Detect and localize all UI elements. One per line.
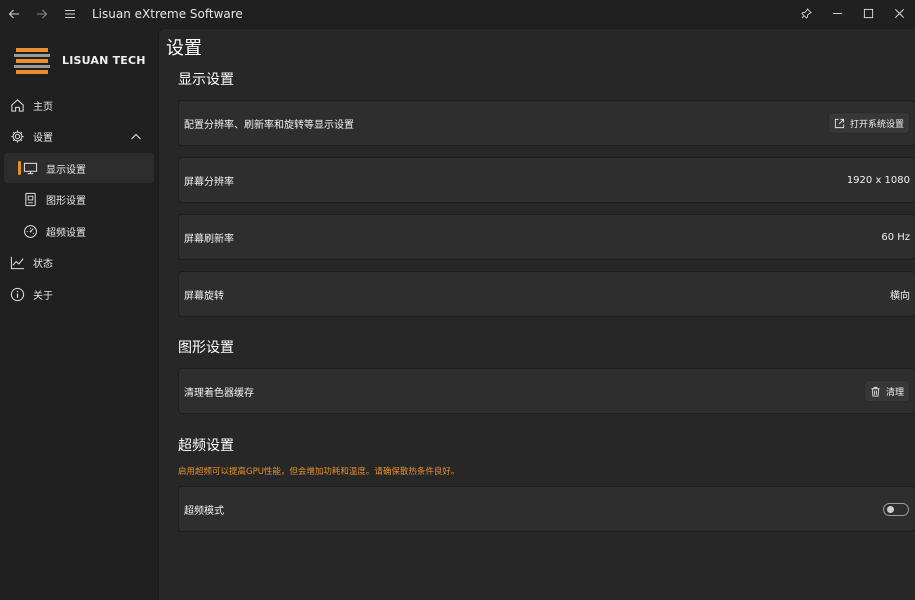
card-resolution: 屏幕分辨率 1920 x 1080 bbox=[178, 157, 915, 203]
nav-item-label: 图形设置 bbox=[46, 196, 86, 207]
arrow-right-icon bbox=[37, 9, 48, 19]
brand-logo bbox=[14, 46, 50, 74]
trash-icon bbox=[871, 386, 880, 397]
hamburger-icon bbox=[65, 9, 75, 19]
overclock-mode-label: 超频模式 bbox=[184, 505, 224, 517]
info-icon bbox=[9, 286, 25, 302]
gpu-icon bbox=[22, 192, 38, 208]
chart-line-icon bbox=[9, 255, 25, 271]
maximize-button[interactable] bbox=[853, 0, 884, 26]
section-title-overclock: 超频设置 bbox=[178, 438, 234, 454]
card-rotation: 屏幕旋转 横向 bbox=[178, 271, 915, 317]
sidebar: LISUAN TECH 主页 设置 显示设置 图形设置 超频设置 状态 关于 bbox=[0, 28, 158, 600]
resolution-label: 屏幕分辨率 bbox=[184, 176, 234, 188]
brand-name: LISUAN TECH bbox=[62, 53, 146, 67]
forward-button[interactable] bbox=[28, 1, 56, 27]
nav-item-graphics-settings[interactable]: 图形设置 bbox=[4, 185, 154, 215]
page-title: 设置 bbox=[166, 38, 202, 59]
brand: LISUAN TECH bbox=[14, 46, 146, 74]
window-controls bbox=[791, 0, 915, 26]
nav-item-about[interactable]: 关于 bbox=[4, 279, 154, 309]
nav-item-label: 关于 bbox=[33, 290, 53, 302]
clear-cache-label: 清理 bbox=[885, 387, 904, 398]
nav-item-label: 超频设置 bbox=[46, 227, 86, 239]
card-overclock-mode: 超频模式 bbox=[178, 486, 915, 532]
overclock-mode-toggle[interactable] bbox=[883, 502, 909, 516]
nav-item-status[interactable]: 状态 bbox=[4, 248, 154, 278]
nav-item-overclock-settings[interactable]: 超频设置 bbox=[4, 216, 154, 246]
nav-item-label: 显示设置 bbox=[46, 164, 86, 176]
nav-item-label: 设置 bbox=[33, 133, 53, 144]
minimize-button[interactable] bbox=[822, 0, 853, 26]
arrow-left-icon bbox=[8, 9, 19, 19]
card-refresh-rate: 屏幕刷新率 60 Hz bbox=[178, 214, 915, 260]
rotation-value: 横向 bbox=[890, 290, 910, 302]
nav-item-label: 主页 bbox=[33, 101, 53, 113]
resolution-value: 1920 x 1080 bbox=[846, 174, 910, 186]
monitor-icon bbox=[22, 160, 38, 176]
nav-menu: 主页 设置 显示设置 图形设置 超频设置 状态 关于 bbox=[4, 90, 154, 311]
clear-cache-button[interactable]: 清理 bbox=[863, 380, 910, 402]
pin-icon bbox=[801, 7, 812, 19]
refresh-rate-value: 60 Hz bbox=[881, 231, 910, 243]
open-system-settings-button[interactable]: 打开系统设置 bbox=[827, 112, 910, 134]
open-system-settings-label: 打开系统设置 bbox=[849, 119, 904, 130]
home-icon bbox=[9, 97, 25, 113]
app-title: Lisuan eXtreme Software bbox=[92, 7, 243, 21]
configure-display-label: 配置分辨率、刷新率和旋转等显示设置 bbox=[184, 119, 354, 131]
toggle-knob bbox=[887, 505, 894, 513]
menu-button[interactable] bbox=[56, 1, 84, 27]
card-shader-cache: 清理着色器缓存 清理 bbox=[178, 368, 915, 414]
minimize-icon bbox=[832, 12, 843, 14]
nav-item-display-settings[interactable]: 显示设置 bbox=[4, 153, 154, 183]
maximize-icon bbox=[863, 8, 874, 18]
card-configure-display: 配置分辨率、刷新率和旋转等显示设置 打开系统设置 bbox=[178, 100, 915, 146]
section-title-display: 显示设置 bbox=[178, 72, 234, 88]
title-bar: Lisuan eXtreme Software bbox=[0, 0, 915, 28]
shader-cache-label: 清理着色器缓存 bbox=[184, 387, 254, 399]
pin-button[interactable] bbox=[791, 0, 822, 26]
settings-page: 设置 显示设置 配置分辨率、刷新率和旋转等显示设置 打开系统设置 屏幕分辨率 1… bbox=[158, 28, 915, 600]
chevron-up-icon[interactable] bbox=[130, 131, 142, 143]
overclock-warning: 启用超频可以提高GPU性能，但会增加功耗和温度。请确保散热条件良好。 bbox=[178, 467, 460, 477]
close-button[interactable] bbox=[884, 0, 915, 26]
rotation-label: 屏幕旋转 bbox=[184, 290, 224, 302]
gauge-icon bbox=[22, 223, 38, 239]
nav-item-label: 状态 bbox=[33, 259, 53, 270]
external-link-icon bbox=[834, 118, 845, 128]
refresh-rate-label: 屏幕刷新率 bbox=[184, 233, 234, 245]
nav-item-home[interactable]: 主页 bbox=[4, 90, 154, 120]
section-title-graphics: 图形设置 bbox=[178, 340, 234, 356]
close-icon bbox=[895, 8, 904, 18]
nav-item-settings[interactable]: 设置 bbox=[4, 122, 154, 152]
back-button[interactable] bbox=[0, 1, 28, 27]
gear-icon bbox=[9, 129, 25, 145]
